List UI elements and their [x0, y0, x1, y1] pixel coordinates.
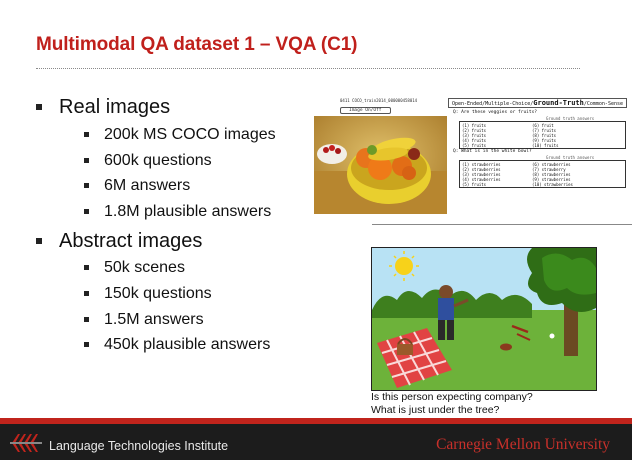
bullet-square-icon: [84, 342, 89, 347]
bullet-square-icon: [84, 132, 89, 137]
qa-answer-table: (1) fruits (2) fruits (3) fruits (4) fru…: [459, 121, 626, 149]
qa-answer: (5) fruits: [462, 143, 487, 148]
qa-mode-header: Open-Ended/Multiple-Choice/Ground-Truth/…: [448, 98, 627, 108]
slide: Multimodal QA dataset 1 – VQA (C1) Real …: [0, 0, 632, 460]
bullet-square-icon: [84, 265, 89, 270]
qa-panel: Open-Ended/Multiple-Choice/Ground-Truth/…: [448, 94, 629, 194]
sub-bullet-label: 1.5M answers: [104, 311, 204, 328]
qa-answer: (10) strawberries: [532, 182, 573, 187]
abstract-caption: What is just under the tree?: [371, 404, 500, 416]
bullet-square-icon: [36, 238, 42, 244]
bullet-square-icon: [84, 183, 89, 188]
title-divider: [36, 68, 580, 69]
bullet-label: Abstract images: [59, 230, 203, 252]
panel-divider: [372, 224, 632, 225]
abstract-caption: Is this person expecting company?: [371, 391, 533, 403]
bullet-square-icon: [84, 158, 89, 163]
qa-answer: (5) fruits: [462, 182, 487, 187]
qa-answer-table: (1) strawberries (2) strawberries (3) st…: [459, 160, 626, 188]
footer-institute-name: Language Technologies Institute: [49, 439, 229, 453]
qa-mode-prefix: Open-Ended/Multiple-Choice/: [452, 101, 534, 107]
fruit-bowl-photo: [314, 116, 447, 214]
lti-logo-icon: [10, 434, 42, 452]
bullet-square-icon: [84, 209, 89, 214]
bullet-square-icon: [36, 104, 42, 110]
qa-mode-suffix: /Common-Sense: [583, 101, 623, 107]
sub-bullet-label: 1.8M plausible answers: [104, 203, 272, 220]
sub-bullet-label: 200k MS COCO images: [104, 126, 276, 143]
qa-question: Q: Are these veggies or fruits?: [453, 110, 537, 115]
bullet-square-icon: [84, 291, 89, 296]
qa-answer: (10) fruits: [532, 143, 559, 148]
sub-bullet-label: 150k questions: [104, 285, 212, 302]
sub-bullet-label: 50k scenes: [104, 259, 185, 276]
sub-bullet-label: 6M answers: [104, 177, 191, 194]
image-filename: 0411 COCO_train2014_000000458014: [340, 98, 418, 103]
footer-university-name: Carnegie Mellon University: [436, 436, 610, 453]
sub-bullet-label: 450k plausible answers: [104, 336, 271, 353]
abstract-park-scene: [371, 247, 597, 391]
image-toggle-button[interactable]: Image On/Off: [340, 107, 391, 114]
footer: Language Technologies Institute Carnegie…: [0, 424, 632, 460]
bullet-square-icon: [84, 317, 89, 322]
qa-mode-active[interactable]: Ground-Truth: [533, 99, 584, 107]
qa-question: Q: What is in the white bowl?: [453, 149, 532, 154]
slide-title: Multimodal QA dataset 1 – VQA (C1): [36, 34, 358, 55]
sub-bullet-label: 600k questions: [104, 152, 212, 169]
bullet-label: Real images: [59, 96, 171, 118]
